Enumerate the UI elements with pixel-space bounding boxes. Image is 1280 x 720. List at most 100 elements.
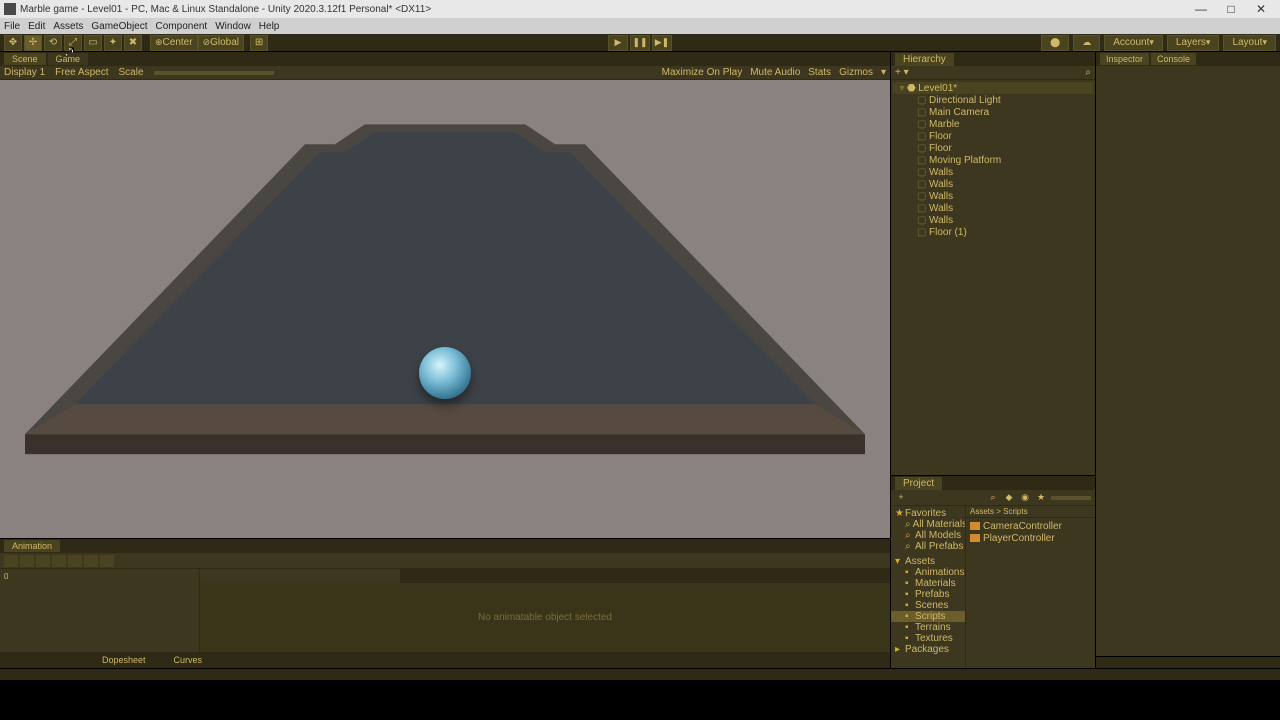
hierarchy-item[interactable]: ▢Walls	[891, 190, 1095, 202]
hierarchy-item[interactable]: ▢Walls	[891, 178, 1095, 190]
rect-tool-icon[interactable]: ▭	[84, 35, 102, 51]
project-file[interactable]: CameraController	[968, 520, 1093, 532]
game-viewport[interactable]	[0, 80, 890, 538]
anim-frame-field[interactable]: 0	[4, 572, 8, 581]
project-folder[interactable]: ▪Animations	[891, 567, 965, 578]
fold-icon[interactable]: ▾	[897, 83, 907, 94]
hierarchy-item[interactable]: ▢Walls	[891, 214, 1095, 226]
hierarchy-item[interactable]: ▢Marble	[891, 118, 1095, 130]
close-button[interactable]: ✕	[1246, 2, 1276, 16]
curves-tab[interactable]: Curves	[164, 653, 213, 667]
project-folder[interactable]: ▪Materials	[891, 578, 965, 589]
menu-help[interactable]: Help	[259, 21, 280, 32]
layout-dropdown[interactable]: Layout ▾	[1223, 35, 1276, 51]
project-folder[interactable]: ▪Terrains	[891, 622, 965, 633]
hierarchy-item[interactable]: ▢Floor	[891, 130, 1095, 142]
tab-inspector[interactable]: Inspector	[1100, 53, 1149, 65]
tab-hierarchy[interactable]: Hierarchy	[895, 53, 954, 66]
anim-prev-icon[interactable]	[52, 555, 66, 567]
maximize-toggle[interactable]: Maximize On Play	[662, 67, 743, 78]
project-fav-item[interactable]: ⌕All Materials	[891, 519, 965, 530]
display-dropdown[interactable]: Display 1	[4, 67, 45, 78]
minimize-button[interactable]: —	[1186, 2, 1216, 16]
hierarchy-scene[interactable]: ▾ ⬣ Level01*	[893, 82, 1093, 94]
move-tool-icon[interactable]: ✢	[24, 35, 42, 51]
project-assets[interactable]: ▾Assets	[891, 556, 965, 567]
marble-ball	[419, 347, 471, 399]
hierarchy-tree[interactable]: ▾ ⬣ Level01* ▢Directional Light ▢Main Ca…	[891, 80, 1095, 475]
mouse-cursor-icon	[65, 43, 75, 57]
project-fav-item[interactable]: ⌕All Prefabs	[891, 541, 965, 552]
project-folder-selected[interactable]: ▪Scripts	[891, 611, 965, 622]
project-create-icon[interactable]: +	[895, 492, 907, 504]
scale-slider[interactable]	[154, 71, 274, 75]
project-hidden-icon[interactable]: ◉	[1019, 492, 1031, 504]
project-size-slider[interactable]	[1051, 496, 1091, 500]
dopesheet-tab[interactable]: Dopesheet	[92, 653, 156, 667]
aspect-dropdown[interactable]: Free Aspect	[55, 67, 108, 78]
layers-dropdown[interactable]: Layers ▾	[1167, 35, 1220, 51]
stats-toggle[interactable]: Stats	[808, 67, 831, 78]
project-breadcrumb[interactable]: Assets > Scripts	[966, 506, 1095, 518]
handle-toggle[interactable]: ⊘ Global	[198, 35, 244, 51]
project-fav-item[interactable]: ⌕All Models	[891, 530, 965, 541]
animation-dopesheet-area[interactable]: No animatable object selected	[200, 583, 890, 652]
collab-icon[interactable]: ⬤	[1041, 35, 1069, 51]
mute-toggle[interactable]: Mute Audio	[750, 67, 800, 78]
gizmos-toggle[interactable]: Gizmos	[839, 67, 873, 78]
hierarchy-item[interactable]: ▢Walls	[891, 202, 1095, 214]
hierarchy-item[interactable]: ▢Floor	[891, 142, 1095, 154]
anim-last-icon[interactable]	[100, 555, 114, 567]
menu-window[interactable]: Window	[215, 21, 251, 32]
hierarchy-item[interactable]: ▢Floor (1)	[891, 226, 1095, 238]
play-button-icon[interactable]: ▶	[608, 35, 628, 51]
hand-tool-icon[interactable]: ✥	[4, 35, 22, 51]
rotate-tool-icon[interactable]: ⟲	[44, 35, 62, 51]
hierarchy-item[interactable]: ▢Main Camera	[891, 106, 1095, 118]
hierarchy-item[interactable]: ▢Directional Light	[891, 94, 1095, 106]
anim-preview-icon[interactable]	[4, 555, 18, 567]
project-file[interactable]: PlayerController	[968, 532, 1093, 544]
pivot-toggle[interactable]: ⊕ Center	[150, 35, 198, 51]
project-folder[interactable]: ▪Prefabs	[891, 589, 965, 600]
pause-button-icon[interactable]: ❚❚	[630, 35, 650, 51]
snap-toggle-icon[interactable]: ⊞	[250, 35, 268, 51]
anim-play-icon[interactable]	[68, 555, 82, 567]
project-save-icon[interactable]: ★	[1035, 492, 1047, 504]
project-packages[interactable]: ▸Packages	[891, 644, 965, 655]
menu-file[interactable]: File	[4, 21, 20, 32]
project-tree[interactable]: ★Favorites ⌕All Materials ⌕All Models ⌕A…	[891, 506, 966, 668]
gizmos-dropdown-icon[interactable]: ▾	[881, 67, 886, 78]
hierarchy-item[interactable]: ▢Moving Platform	[891, 154, 1095, 166]
project-files[interactable]: CameraController PlayerController	[966, 518, 1095, 668]
account-dropdown[interactable]: Account ▾	[1104, 35, 1163, 51]
project-folder[interactable]: ▪Textures	[891, 633, 965, 644]
tab-scene[interactable]: Scene	[4, 53, 46, 65]
anim-next-icon[interactable]	[84, 555, 98, 567]
menu-component[interactable]: Component	[156, 21, 208, 32]
animation-timeline[interactable]	[400, 569, 890, 583]
anim-first-icon[interactable]	[36, 555, 50, 567]
hierarchy-item[interactable]: ▢Walls	[891, 166, 1095, 178]
hierarchy-search-icon[interactable]: ⌕	[1085, 67, 1091, 78]
anim-record-icon[interactable]	[20, 555, 34, 567]
project-search-icon[interactable]: ⌕	[987, 492, 999, 504]
inspector-body[interactable]	[1096, 66, 1280, 656]
menu-assets[interactable]: Assets	[53, 21, 83, 32]
tab-animation[interactable]: Animation	[4, 540, 60, 552]
project-favorites[interactable]: ★Favorites	[891, 508, 965, 519]
transform-tool-icon[interactable]: ✦	[104, 35, 122, 51]
custom-tool-icon[interactable]: ✖	[124, 35, 142, 51]
tab-project[interactable]: Project	[895, 477, 942, 490]
tab-console[interactable]: Console	[1151, 53, 1196, 65]
animation-property-list[interactable]	[0, 583, 200, 652]
cloud-icon[interactable]: ☁	[1073, 35, 1100, 51]
menu-gameobject[interactable]: GameObject	[91, 21, 147, 32]
step-button-icon[interactable]: ▶❚	[652, 35, 672, 51]
hierarchy-create-icon[interactable]: + ▾	[895, 67, 909, 78]
maximize-button[interactable]: □	[1216, 2, 1246, 16]
animation-body: No animatable object selected	[0, 583, 890, 652]
menu-edit[interactable]: Edit	[28, 21, 45, 32]
project-filter-icon[interactable]: ◆	[1003, 492, 1015, 504]
project-folder[interactable]: ▪Scenes	[891, 600, 965, 611]
